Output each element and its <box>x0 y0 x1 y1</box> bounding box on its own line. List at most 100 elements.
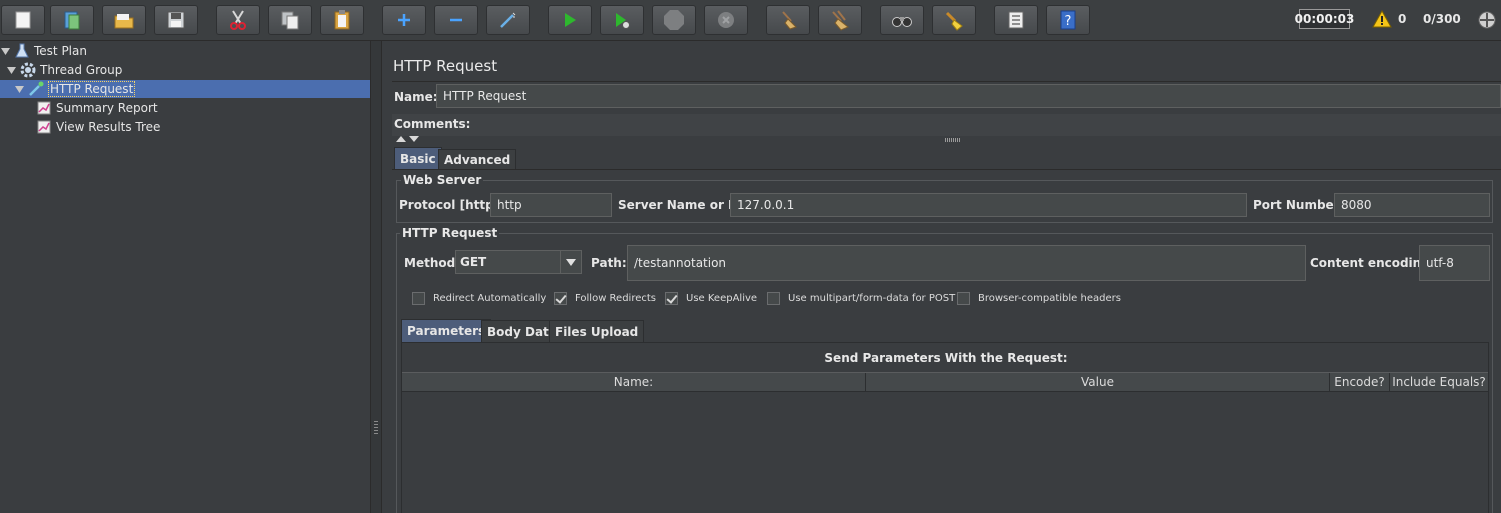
help-button[interactable]: ? <box>1046 5 1090 35</box>
play-no-pause-icon <box>616 13 630 29</box>
tree-item-label: View Results Tree <box>56 120 161 134</box>
port-number-label: Port Number: <box>1253 198 1345 212</box>
checkbox-label: Use multipart/form-data for POST <box>788 293 956 304</box>
tree-item-label: Test Plan <box>34 44 87 58</box>
scissors-icon <box>230 10 246 30</box>
play-icon <box>565 13 576 27</box>
checkbox-box[interactable] <box>665 292 678 305</box>
chart-icon <box>36 119 52 135</box>
binoculars-icon <box>892 17 912 27</box>
checkbox-box[interactable] <box>412 292 425 305</box>
path-field[interactable]: /testannotation <box>627 245 1306 281</box>
test-plan-tree: Test Plan Thread Group HTTP Request Summ… <box>0 41 370 513</box>
method-label: Method: <box>404 256 460 270</box>
new-file-icon <box>15 11 31 29</box>
server-name-field[interactable]: 127.0.0.1 <box>730 193 1247 217</box>
parameters-table-area: Send Parameters With the Request: Name: … <box>401 342 1489 513</box>
expand-arrow-icon[interactable] <box>14 84 24 94</box>
tab-advanced[interactable]: Advanced <box>438 149 517 169</box>
broom-all-icon <box>832 10 849 31</box>
expand-all-button[interactable] <box>382 5 426 35</box>
save-button[interactable] <box>154 5 198 35</box>
chart-icon <box>36 100 52 116</box>
tab-divider <box>392 169 1501 170</box>
follow-redirects-checkbox[interactable]: Follow Redirects <box>554 292 656 305</box>
method-value: GET <box>460 255 487 269</box>
tab-parameters[interactable]: Parameters <box>401 319 492 342</box>
checkbox-box[interactable] <box>957 292 970 305</box>
tree-item-http-request[interactable]: HTTP Request <box>0 80 370 98</box>
checkbox-box[interactable] <box>767 292 780 305</box>
web-server-title: Web Server <box>401 173 484 187</box>
paste-button[interactable] <box>320 5 364 35</box>
open-button[interactable] <box>102 5 146 35</box>
tab-files-upload[interactable]: Files Upload <box>549 320 645 342</box>
tree-item-test-plan[interactable]: Test Plan <box>0 42 370 60</box>
tab-basic[interactable]: Basic <box>394 147 442 169</box>
name-label: Name: <box>394 90 438 104</box>
protocol-field[interactable]: http <box>490 193 612 217</box>
resize-handle[interactable] <box>945 138 961 142</box>
start-button[interactable] <box>548 5 592 35</box>
checkbox-box[interactable] <box>554 292 567 305</box>
tree-item-thread-group[interactable]: Thread Group <box>6 61 370 79</box>
warning-icon[interactable] <box>1372 10 1392 28</box>
minus-icon <box>450 18 462 22</box>
shutdown-button[interactable] <box>704 5 748 35</box>
redirect-automatically-checkbox[interactable]: Redirect Automatically <box>412 292 546 305</box>
clear-all-button[interactable] <box>818 5 862 35</box>
collapse-expand-icon[interactable] <box>395 135 421 143</box>
copy-button[interactable] <box>268 5 312 35</box>
column-header-include-equals[interactable]: Include Equals? <box>1390 373 1488 391</box>
shutdown-icon <box>718 12 734 28</box>
function-helper-button[interactable] <box>994 5 1038 35</box>
column-header-value[interactable]: Value <box>866 373 1330 391</box>
checkbox-label: Follow Redirects <box>575 293 656 304</box>
http-request-title: HTTP Request <box>400 226 500 240</box>
use-keepalive-checkbox[interactable]: Use KeepAlive <box>665 292 757 305</box>
http-request-panel: HTTP Request Name: HTTP Request Comments… <box>392 50 1501 513</box>
cut-button[interactable] <box>216 5 260 35</box>
chevron-down-icon[interactable] <box>560 251 581 273</box>
expand-arrow-icon[interactable] <box>6 65 16 75</box>
splitter-grip[interactable] <box>374 421 378 435</box>
search-button[interactable] <box>880 5 924 35</box>
use-multipart-checkbox[interactable]: Use multipart/form-data for POST <box>767 292 955 305</box>
reset-search-button[interactable] <box>932 5 976 35</box>
method-select[interactable]: GET <box>455 250 582 274</box>
column-header-encode[interactable]: Encode? <box>1330 373 1390 391</box>
expand-arrow-icon[interactable] <box>0 46 10 56</box>
name-field[interactable]: HTTP Request <box>436 84 1501 108</box>
wand-icon <box>500 12 516 28</box>
page-title: HTTP Request <box>393 57 498 75</box>
checkbox-label: Browser-compatible headers <box>978 293 1121 304</box>
checkbox-label: Redirect Automatically <box>433 293 547 304</box>
tree-item-summary-report[interactable]: Summary Report <box>36 99 370 117</box>
column-header-name[interactable]: Name: <box>402 373 866 391</box>
tree-item-view-results-tree[interactable]: View Results Tree <box>36 118 370 136</box>
checkbox-label: Use KeepAlive <box>686 293 758 304</box>
content-encoding-field[interactable]: utf-8 <box>1419 245 1490 281</box>
start-no-pauses-button[interactable] <box>600 5 644 35</box>
active-threads: 0/300 <box>1423 12 1461 26</box>
templates-button[interactable] <box>50 5 94 35</box>
clear-button[interactable] <box>766 5 810 35</box>
plus-icon <box>398 14 410 26</box>
copy-icon <box>281 11 299 30</box>
pane-splitter[interactable] <box>370 41 382 513</box>
elapsed-timer: 00:00:03 <box>1295 9 1354 29</box>
content-encoding-label: Content encoding: <box>1310 256 1435 270</box>
browser-compatible-headers-checkbox[interactable]: Browser-compatible headers <box>957 292 1121 305</box>
tree-item-label: Thread Group <box>40 63 123 77</box>
clipboard-icon <box>334 10 350 30</box>
new-button[interactable] <box>1 5 45 35</box>
path-label: Path: <box>591 256 627 270</box>
stop-icon <box>664 10 684 30</box>
port-number-field[interactable]: 8080 <box>1334 193 1490 217</box>
comments-field[interactable] <box>392 114 1501 136</box>
toggle-button[interactable] <box>486 5 530 35</box>
collapse-all-button[interactable] <box>434 5 478 35</box>
stop-button[interactable] <box>652 5 696 35</box>
svg-text:?: ? <box>1065 14 1072 29</box>
parameters-caption: Send Parameters With the Request: <box>824 351 1068 365</box>
